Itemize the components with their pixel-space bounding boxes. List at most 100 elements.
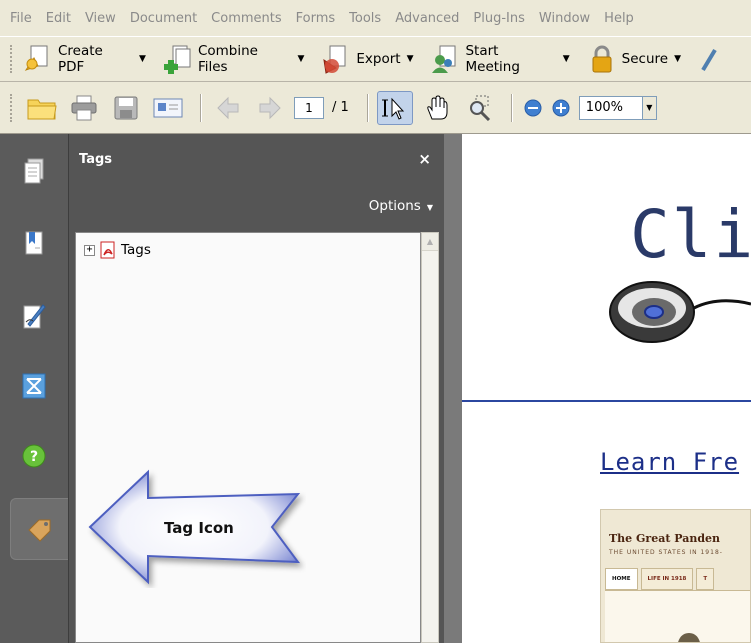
export-button[interactable]: Export ▼ [322, 42, 413, 76]
tasks-toolbar: Create PDF ▼ Combine Files ▼ Export ▼ St… [0, 36, 751, 82]
thumbnail-tab: LIFE IN 1918 [640, 568, 694, 590]
page-divider [462, 400, 751, 402]
navigation-pane: ? [0, 134, 68, 643]
menu-document[interactable]: Document [130, 11, 197, 26]
thumbnail-tabs: HOME LIFE IN 1918 T [605, 568, 717, 590]
menu-forms[interactable]: Forms [296, 11, 336, 26]
thumbnail-subtitle: THE UNITED STATES IN 1918- [609, 549, 723, 556]
chevron-down-icon: ▼ [646, 102, 653, 112]
print-button[interactable] [66, 91, 102, 125]
create-pdf-icon [24, 44, 52, 74]
panel-title: Tags [79, 152, 113, 167]
expand-icon[interactable]: + [84, 244, 95, 256]
thumbnail-tab: HOME [605, 568, 638, 590]
lock-icon [588, 44, 616, 74]
combine-files-icon [163, 44, 192, 74]
zoom-out-button[interactable] [521, 91, 545, 125]
page-number-input[interactable]: 1 [294, 96, 324, 119]
start-meeting-icon [431, 44, 459, 74]
select-cursor-icon [381, 97, 404, 120]
tree-item-label: Tags [121, 242, 151, 258]
learn-link[interactable]: Learn Fre [600, 448, 739, 476]
pages-icon [24, 158, 44, 184]
toolbar-grip[interactable] [10, 93, 14, 122]
secure-button[interactable]: Secure ▼ [588, 42, 681, 76]
thumbnail-title: The Great Panden [609, 532, 721, 545]
model-tree-button[interactable] [14, 366, 54, 406]
hat-icon [677, 633, 701, 642]
signatures-button[interactable] [14, 296, 54, 336]
folder-icon [27, 99, 57, 119]
toolbar-grip[interactable] [10, 45, 14, 73]
previous-page-button[interactable] [210, 91, 246, 125]
chevron-down-icon: ▼ [297, 54, 305, 64]
menu-help[interactable]: Help [604, 11, 634, 26]
bookmarks-icon [25, 231, 43, 255]
document-page: Cli Learn Fre The Great Panden THE UNITE… [462, 134, 751, 643]
menu-comments[interactable]: Comments [211, 11, 281, 26]
bookmarks-button[interactable] [14, 224, 54, 264]
printer-icon [71, 95, 97, 120]
close-icon[interactable]: × [418, 150, 431, 168]
zoom-in-button[interactable] [549, 91, 573, 125]
tags-scrollbar[interactable]: ▲ [421, 232, 439, 643]
menu-plug-ins[interactable]: Plug-Ins [473, 11, 524, 26]
combine-files-label: Combine Files [197, 43, 258, 75]
menu-view[interactable]: View [85, 11, 116, 26]
zoom-out-icon [524, 99, 542, 116]
menu-window[interactable]: Window [539, 11, 590, 26]
hand-icon [427, 94, 448, 119]
hand-tool-button[interactable] [419, 91, 455, 125]
menu-advanced[interactable]: Advanced [395, 11, 459, 26]
start-meeting-button[interactable]: Start Meeting ▼ [431, 42, 570, 76]
menu-bar: File Edit View Document Comments Forms T… [0, 0, 751, 36]
combine-files-button[interactable]: Combine Files ▼ [163, 42, 305, 76]
secure-label: Secure [621, 51, 669, 67]
open-button[interactable] [24, 91, 60, 125]
page-logo-text: Cli [630, 196, 751, 273]
start-meeting-label: Start Meeting [465, 43, 520, 75]
email-button[interactable] [150, 91, 186, 125]
pages-button[interactable] [14, 152, 54, 192]
file-toolbar: 1 / 1 100% ▼ [0, 82, 751, 134]
create-pdf-button[interactable]: Create PDF ▼ [24, 42, 146, 76]
tags-button[interactable] [10, 498, 68, 560]
menu-tools[interactable]: Tools [349, 11, 381, 26]
pdf-document-icon [100, 241, 115, 259]
separator [510, 93, 513, 122]
save-button[interactable] [108, 91, 144, 125]
help-icon: ? [22, 444, 46, 468]
zoom-level-input[interactable]: 100% [578, 95, 643, 120]
menu-edit[interactable]: Edit [46, 11, 71, 26]
tree-item-tags[interactable]: + Tags [84, 241, 151, 259]
next-page-button[interactable] [252, 91, 288, 125]
model-tree-icon [22, 373, 46, 399]
chevron-down-icon: ▼ [139, 54, 146, 64]
svg-text:?: ? [30, 449, 38, 465]
select-tool-button[interactable] [376, 90, 413, 125]
signatures-icon [23, 304, 46, 329]
email-icon [153, 98, 183, 117]
mouse-icon [609, 281, 751, 343]
options-menu-button[interactable]: Options ▼ [369, 198, 433, 214]
export-label: Export [356, 51, 401, 67]
chevron-down-icon: ▼ [674, 54, 681, 64]
tags-panel-header: Tags × Options ▼ [69, 134, 445, 230]
zoom-dropdown-button[interactable]: ▼ [642, 95, 657, 120]
marquee-zoom-button[interactable] [461, 91, 497, 125]
help-button[interactable]: ? [14, 436, 54, 476]
separator [200, 93, 202, 122]
pen-icon [699, 44, 727, 74]
marquee-zoom-icon [469, 95, 490, 121]
scroll-up-icon[interactable]: ▲ [422, 233, 438, 251]
zoom-in-icon [552, 99, 570, 116]
menu-file[interactable]: File [10, 11, 32, 26]
tag-icon [27, 519, 50, 542]
export-icon [322, 44, 350, 74]
thumbnail-body [605, 590, 750, 642]
callout-label: Tag Icon [164, 519, 234, 537]
page-total: / 1 [332, 100, 349, 115]
save-icon [114, 96, 138, 119]
arrow-up-icon [217, 96, 239, 119]
sign-button[interactable] [699, 42, 733, 76]
